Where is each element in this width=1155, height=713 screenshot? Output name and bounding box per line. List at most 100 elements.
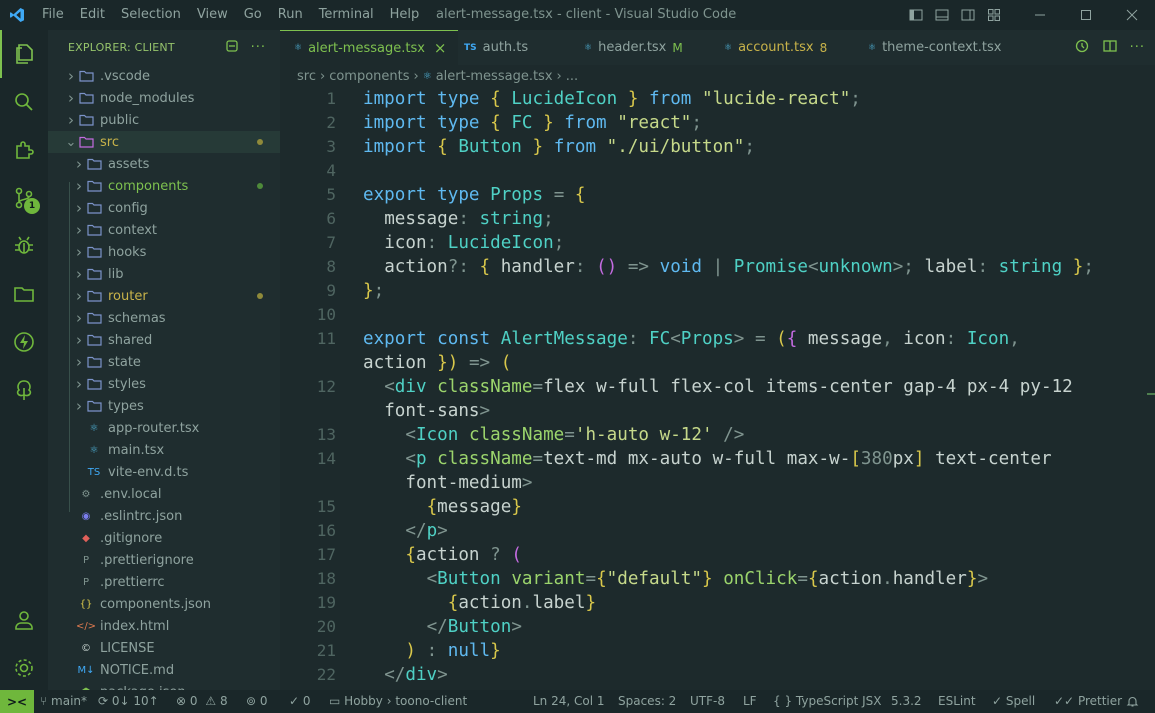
run-debug-icon[interactable] [0, 222, 48, 270]
folder-row[interactable]: › components [48, 175, 280, 197]
chevron-right-icon[interactable]: › [72, 395, 86, 417]
menu-go[interactable]: Go [236, 0, 270, 30]
lightning-icon[interactable] [0, 318, 48, 366]
source-control-icon[interactable]: 1 [0, 174, 48, 222]
folder-row[interactable]: › node_modules [48, 87, 280, 109]
tab-auth[interactable]: TS auth.ts [458, 30, 578, 65]
code-editor[interactable]: 1 import type { LucideIcon } from "lucide… [280, 87, 1155, 690]
file-row[interactable]: ⚙ .env.local [48, 483, 280, 505]
chevron-right-icon[interactable]: › [72, 197, 86, 219]
menu-file[interactable]: File [34, 0, 72, 30]
menu-edit[interactable]: Edit [72, 0, 113, 30]
indentation-status[interactable]: Spaces: 2 [618, 690, 676, 713]
tab-account[interactable]: ⚛ account.tsx 8 [718, 30, 860, 65]
file-row[interactable]: ⚛ app-router.tsx [48, 417, 280, 439]
file-row[interactable]: {} components.json [48, 593, 280, 615]
folder-row[interactable]: › hooks [48, 241, 280, 263]
minimize-icon[interactable] [1017, 0, 1063, 30]
tab-header[interactable]: ⚛ header.tsx M [578, 30, 718, 65]
chevron-right-icon[interactable]: › [64, 87, 78, 109]
file-row[interactable]: ⚛ main.tsx [48, 439, 280, 461]
more-actions-icon[interactable]: ··· [251, 40, 266, 55]
folder-row[interactable]: › state [48, 351, 280, 373]
more-actions-icon[interactable]: ··· [1130, 40, 1145, 55]
ts-version-status[interactable]: 5.3.2 [891, 690, 922, 713]
tree-icon[interactable] [0, 366, 48, 414]
folder-row[interactable]: › router [48, 285, 280, 307]
prettier-status[interactable]: ✓✓ Prettier [1054, 690, 1122, 713]
folder-row[interactable]: › .vscode [48, 65, 280, 87]
cursor-position[interactable]: Ln 24, Col 1 [533, 690, 605, 713]
account-icon[interactable] [0, 596, 48, 644]
folder-row[interactable]: › types [48, 395, 280, 417]
chevron-right-icon[interactable]: › [72, 285, 86, 307]
extensions-icon[interactable] [0, 126, 48, 174]
eol-status[interactable]: LF [743, 690, 757, 713]
file-row[interactable]: P .prettierrc [48, 571, 280, 593]
timeline-icon[interactable] [1074, 38, 1090, 58]
file-row[interactable]: © LICENSE [48, 637, 280, 659]
ports-status[interactable]: ⊚ 0 [246, 690, 268, 713]
split-editor-icon[interactable] [1102, 38, 1118, 58]
chevron-right-icon[interactable]: › [72, 263, 86, 285]
chevron-right-icon[interactable]: › [72, 329, 86, 351]
file-row[interactable]: ⬢package.json [48, 681, 280, 691]
menu-selection[interactable]: Selection [113, 0, 189, 30]
chevron-right-icon[interactable]: › [72, 373, 86, 395]
explorer-icon[interactable] [0, 30, 48, 78]
folder-status[interactable]: ▭ Hobby › toono-client [329, 690, 467, 713]
close-tab-icon[interactable]: × [434, 39, 447, 57]
chevron-right-icon[interactable]: › [72, 175, 86, 197]
folder-row[interactable]: › styles [48, 373, 280, 395]
menu-help[interactable]: Help [382, 0, 428, 30]
remote-indicator[interactable]: >< [0, 690, 34, 713]
file-row[interactable]: P .prettierignore [48, 549, 280, 571]
chevron-right-icon[interactable]: › [72, 241, 86, 263]
file-row[interactable]: </> index.html [48, 615, 280, 637]
search-icon[interactable] [0, 78, 48, 126]
folder-row[interactable]: › assets [48, 153, 280, 175]
file-row[interactable]: ◉ .eslintrc.json [48, 505, 280, 527]
file-row[interactable]: ◆ .gitignore [48, 527, 280, 549]
breadcrumb-item[interactable]: alert-message.tsx [436, 69, 553, 84]
remote-explorer-icon[interactable] [0, 270, 48, 318]
toggle-primary-sidebar-icon[interactable] [903, 0, 929, 30]
sync-status[interactable]: ⟳ 0↓ 10↑ [98, 690, 159, 713]
folder-row[interactable]: › context [48, 219, 280, 241]
chevron-right-icon[interactable]: › [64, 109, 78, 131]
chevron-right-icon[interactable]: › [72, 351, 86, 373]
problems-status[interactable]: ⊗ 0 ⚠ 8 [176, 690, 228, 713]
chevron-right-icon[interactable]: › [72, 307, 86, 329]
file-row[interactable]: M↓ NOTICE.md [48, 659, 280, 681]
folder-row[interactable]: › lib [48, 263, 280, 285]
toggle-secondary-sidebar-icon[interactable] [955, 0, 981, 30]
tab-alert-message[interactable]: ⚛ alert-message.tsx × [280, 30, 458, 65]
branch-status[interactable]: ⑂ main* [40, 690, 87, 713]
settings-gear-icon[interactable] [0, 644, 48, 692]
folder-row[interactable]: › schemas [48, 307, 280, 329]
notifications-bell-icon[interactable] [1126, 690, 1139, 713]
close-window-icon[interactable] [1109, 0, 1155, 30]
folder-row[interactable]: › public [48, 109, 280, 131]
toggle-panel-icon[interactable] [929, 0, 955, 30]
breadcrumb-item[interactable]: ... [566, 69, 578, 84]
chevron-down-icon[interactable]: ⌄ [64, 131, 78, 153]
menu-view[interactable]: View [189, 0, 236, 30]
new-file-icon[interactable] [225, 39, 239, 56]
customize-layout-icon[interactable] [981, 0, 1007, 30]
encoding-status[interactable]: UTF-8 [690, 690, 725, 713]
folder-row[interactable]: › config [48, 197, 280, 219]
chevron-right-icon[interactable]: › [72, 219, 86, 241]
maximize-icon[interactable] [1063, 0, 1109, 30]
tab-theme-context[interactable]: ⚛ theme-context.tsx [860, 30, 1020, 65]
chevron-right-icon[interactable]: › [64, 65, 78, 87]
file-row[interactable]: TS vite-env.d.ts [48, 461, 280, 483]
language-status[interactable]: { } TypeScript JSX [773, 690, 881, 713]
menu-run[interactable]: Run [270, 0, 311, 30]
info-status[interactable]: ✓ 0 [289, 690, 311, 713]
eslint-status[interactable]: ESLint [938, 690, 976, 713]
folder-row[interactable]: ⌄ src [48, 131, 280, 153]
menu-terminal[interactable]: Terminal [311, 0, 382, 30]
breadcrumb-item[interactable]: src [297, 69, 316, 84]
breadcrumb-item[interactable]: components [329, 69, 409, 84]
